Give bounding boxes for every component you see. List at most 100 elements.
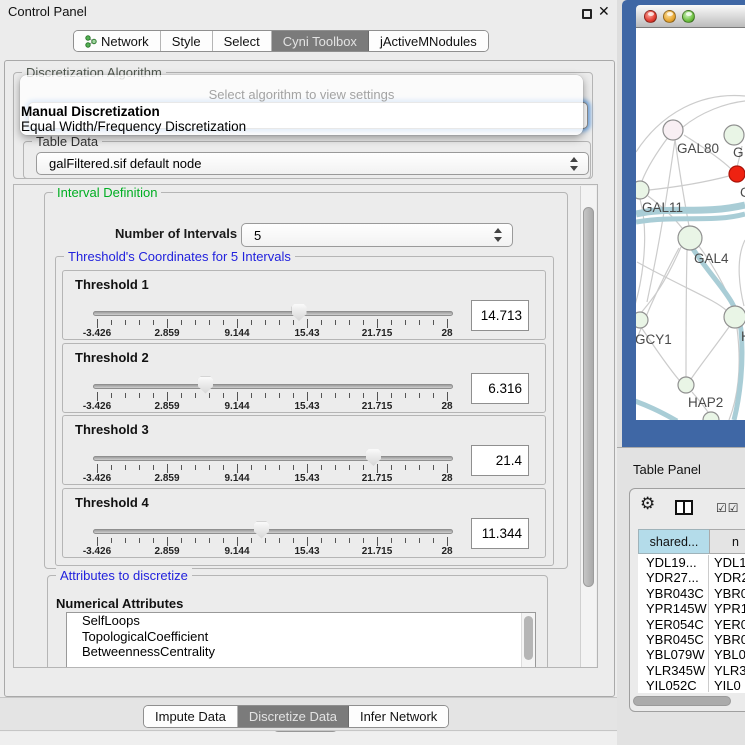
tab-cyni-toolbox[interactable]: Cyni Toolbox — [272, 31, 369, 51]
network-node-gal4[interactable] — [678, 226, 702, 250]
network-node-g[interactable] — [724, 125, 744, 145]
list-item-selfloops[interactable]: SelfLoops — [67, 613, 535, 629]
column-header-shared[interactable]: shared... — [638, 529, 709, 554]
slider-track[interactable] — [93, 384, 453, 389]
number-of-intervals-select[interactable]: 5 — [241, 223, 513, 247]
network-canvas[interactable]: GAL80GCGAL11GAL4GCY1HHAP2 — [636, 28, 745, 420]
network-edge[interactable] — [649, 176, 729, 190]
table-row[interactable]: YDR27...YDR2 — [638, 570, 745, 585]
tick-label: 2.859 — [137, 473, 197, 484]
list-scrollbar-thumb[interactable] — [524, 616, 533, 660]
slider-thumb[interactable] — [254, 522, 269, 539]
horizontal-scrollbar-thumb[interactable] — [633, 696, 731, 706]
tick-mark — [279, 320, 280, 325]
tick-mark — [293, 393, 294, 398]
menu-item-manual-discretization[interactable]: Manual Discretization — [21, 104, 160, 119]
network-edge[interactable] — [691, 327, 729, 379]
tick-mark — [167, 537, 168, 546]
network-edge[interactable] — [636, 396, 677, 420]
close-icon[interactable]: ✕ — [598, 3, 610, 20]
network-edge[interactable] — [636, 214, 745, 222]
slider-thumb[interactable] — [366, 449, 381, 466]
network-edge[interactable] — [683, 101, 745, 127]
tab-select[interactable]: Select — [213, 31, 272, 51]
checkbox-icons[interactable]: ☑☑ — [716, 501, 740, 515]
tick-mark — [405, 320, 406, 325]
tick-mark — [433, 538, 434, 543]
list-scrollbar[interactable] — [521, 613, 535, 668]
minimize-traffic-light-icon[interactable] — [663, 10, 676, 23]
tab-network[interactable]: Network — [74, 31, 161, 51]
gear-icon[interactable]: ⚙ — [640, 494, 655, 514]
network-node[interactable] — [729, 166, 745, 182]
menu-item-equal-width-frequency[interactable]: Equal Width/Frequency Discretization — [21, 119, 246, 134]
network-window-titlebar[interactable] — [636, 5, 745, 28]
network-view-window[interactable]: GAL80GCGAL11GAL4GCY1HHAP2 — [622, 0, 745, 447]
tick-mark — [125, 538, 126, 543]
network-node-hap2[interactable] — [678, 377, 694, 393]
slider-thumb[interactable] — [198, 377, 213, 394]
tab-infer-network[interactable]: Infer Network — [349, 706, 448, 727]
threshold-value-field[interactable]: 14.713 — [471, 300, 529, 331]
network-edge[interactable] — [642, 136, 669, 181]
network-node-gcy1[interactable] — [636, 312, 648, 328]
tab-label: Infer Network — [360, 709, 437, 724]
table-row[interactable]: YBR043CYBR0 — [638, 586, 745, 601]
tick-mark — [349, 320, 350, 325]
close-traffic-light-icon[interactable] — [644, 10, 657, 23]
network-node-h[interactable] — [724, 306, 745, 328]
algorithm-placeholder: Select algorithm to view settings — [20, 87, 583, 102]
column-header-n[interactable]: n — [709, 529, 745, 554]
threshold-value-field[interactable]: 6.316 — [471, 373, 529, 404]
tick-label: 28 — [417, 328, 477, 339]
tick-mark — [447, 319, 448, 328]
table-row[interactable]: YLR345WYLR3 — [638, 663, 745, 678]
table-row[interactable]: YPR145WYPR1 — [638, 601, 745, 616]
zoom-traffic-light-icon[interactable] — [682, 10, 695, 23]
network-edge[interactable] — [686, 250, 687, 377]
list-item-topologicalcoefficient[interactable]: TopologicalCoefficient — [67, 629, 535, 645]
slider-thumb[interactable] — [292, 304, 307, 321]
table-row[interactable]: YER054CYER0 — [638, 617, 745, 632]
tick-label: 28 — [417, 546, 477, 557]
table-row[interactable]: YBL079WYBL0 — [638, 647, 745, 662]
slider-track[interactable] — [93, 529, 453, 534]
tick-mark — [363, 320, 364, 325]
tick-label: 2.859 — [137, 546, 197, 557]
tab-discretize-data[interactable]: Discretize Data — [238, 706, 349, 727]
threshold-value-field[interactable]: 21.4 — [471, 445, 529, 476]
tick-mark — [321, 320, 322, 325]
threshold-value-field[interactable]: 11.344 — [471, 518, 529, 549]
tab-impute-data[interactable]: Impute Data — [144, 706, 238, 727]
table-row[interactable]: YIL052CYIL0 — [638, 678, 745, 692]
tick-mark — [335, 538, 336, 543]
network-node[interactable] — [703, 412, 719, 420]
cell-shared-name: YDL19... — [638, 555, 709, 570]
network-node-gal80[interactable] — [663, 120, 683, 140]
network-edge[interactable] — [739, 240, 745, 306]
tick-mark — [195, 538, 196, 543]
table-row[interactable]: YBR045CYBR0 — [638, 632, 745, 647]
top-tab-bar: NetworkStyleSelectCyni ToolboxjActiveMNo… — [73, 30, 489, 52]
tab-style[interactable]: Style — [161, 31, 213, 51]
cell-shared-name: YPR145W — [638, 601, 709, 616]
tick-label: 9.144 — [207, 401, 267, 412]
tab-jactivemnodules[interactable]: jActiveMNodules — [369, 31, 488, 51]
vertical-scrollbar-thumb[interactable] — [583, 207, 594, 587]
node-label: GCY1 — [636, 332, 672, 347]
network-node-gal11[interactable] — [636, 181, 649, 199]
slider-track[interactable] — [93, 311, 453, 316]
table-data-group: Table Data galFiltered.sif default node — [23, 141, 591, 179]
list-item-betweennesscentrality[interactable]: BetweennessCentrality — [67, 644, 535, 660]
algorithm-dropdown-popup: Select algorithm to view settings Manual… — [20, 75, 583, 135]
table-data-select[interactable]: galFiltered.sif default node — [36, 152, 589, 175]
float-window-icon[interactable] — [582, 9, 592, 19]
columns-icon[interactable] — [675, 500, 693, 515]
numerical-attributes-list[interactable]: SelfLoopsTopologicalCoefficientBetweenne… — [66, 612, 536, 668]
slider-track[interactable] — [93, 456, 453, 461]
tick-mark — [265, 393, 266, 398]
table-row[interactable]: YDL19...YDL1 — [638, 555, 745, 570]
vertical-scrollbar[interactable] — [580, 186, 596, 668]
horizontal-scrollbar[interactable] — [633, 696, 745, 706]
node-label: GAL11 — [642, 200, 683, 215]
